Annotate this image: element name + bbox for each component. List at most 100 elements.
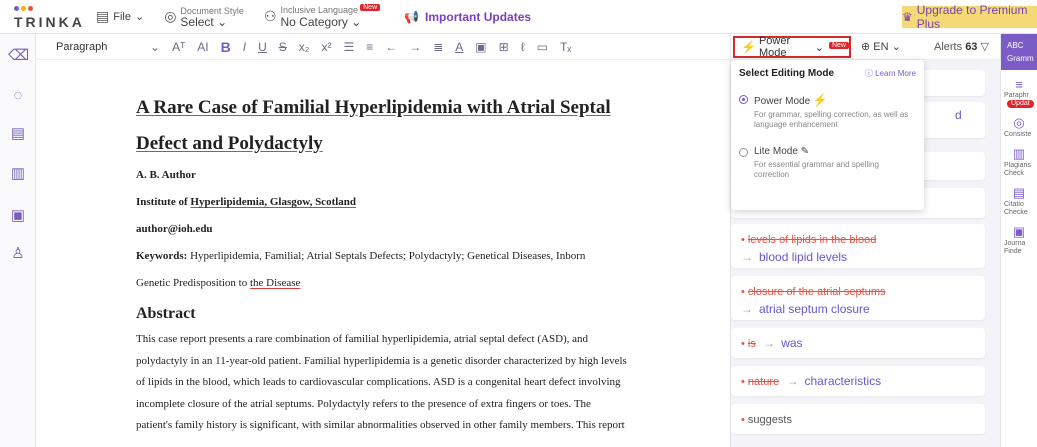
document-check-icon[interactable]: ▥ bbox=[8, 164, 28, 184]
important-updates-link[interactable]: 📢 Important Updates bbox=[404, 10, 531, 24]
outdent-button[interactable]: ← bbox=[379, 40, 403, 54]
radio-selected[interactable] bbox=[739, 95, 748, 104]
alerts-count: 63 bbox=[965, 41, 978, 53]
megaphone-icon: 📢 bbox=[404, 9, 420, 24]
upgrade-label: Upgrade to Premium Plus bbox=[916, 3, 1028, 31]
strikethrough-button[interactable]: S bbox=[273, 40, 293, 54]
title-text: A Rare Case of Familial Hyperlipidemia w… bbox=[136, 97, 611, 118]
editing-mode-dropdown: Select Editing Mode ⓘ Learn More Power M… bbox=[731, 60, 924, 210]
paraphraser-tab[interactable]: ≡ Paraphr Updat bbox=[1001, 77, 1037, 108]
bold-button[interactable]: B bbox=[215, 39, 237, 55]
citation-label-2: Checke bbox=[1004, 209, 1028, 216]
lite-mode-option[interactable]: Lite Mode ✎ For essential grammar and sp… bbox=[739, 146, 916, 180]
suggestion-original: levels of lipids in the blood bbox=[747, 234, 877, 246]
bullet-list-button[interactable]: ☰ bbox=[337, 40, 360, 54]
eraser-icon[interactable]: ⌫ bbox=[8, 46, 29, 66]
document-editor[interactable]: A Rare Case of Familial Hyperlipidemia w… bbox=[36, 60, 730, 447]
alerts-filter[interactable]: Alerts 63 ▽ bbox=[934, 40, 989, 53]
power-mode-dropdown[interactable]: ⚡ Power Mode ⌄ New bbox=[733, 35, 851, 59]
document-style-icon: ◎ bbox=[164, 8, 177, 24]
journal-finder-icon: ▣ bbox=[1012, 224, 1026, 239]
grammar-tab-label: Gramm bbox=[1007, 54, 1034, 63]
journal-search-icon[interactable]: ▣ bbox=[8, 206, 28, 226]
language-select[interactable]: ⊕ EN ⌄ bbox=[861, 40, 901, 53]
learn-more-link[interactable]: ⓘ Learn More bbox=[865, 68, 916, 79]
suggestion-correction[interactable]: atrial septum closure bbox=[759, 302, 870, 316]
suggestion-original: is bbox=[747, 338, 756, 350]
superscript-button[interactable]: x² bbox=[315, 40, 337, 54]
italic-button[interactable]: I bbox=[237, 40, 252, 54]
suggestion-correction[interactable]: blood lipid levels bbox=[759, 250, 847, 264]
abstract-line: polydactyly in an 11-year-old patient. F… bbox=[136, 354, 627, 367]
suggestion-card[interactable]: • closure of the atrial septums → atrial … bbox=[731, 276, 985, 320]
clipboard-icon[interactable]: ▤ bbox=[8, 124, 28, 144]
refresh-icon[interactable]: ◌ bbox=[8, 86, 28, 106]
trinka-logo[interactable]: TRINKA bbox=[0, 0, 86, 34]
new-badge: New bbox=[360, 4, 381, 11]
suggestion-card[interactable]: • levels of lipids in the blood → blood l… bbox=[731, 224, 985, 268]
abstract-heading: Abstract bbox=[136, 305, 196, 322]
paragraph-style-select[interactable]: Paragraph bbox=[56, 41, 144, 53]
abstract-line: of lipids in the blood, which leads to c… bbox=[136, 376, 621, 388]
journal-finder-tab[interactable]: ▣ Journa Finde bbox=[1001, 224, 1037, 256]
inclusive-language-menu[interactable]: ⚇ Inclusive Language New No Category ⌄ bbox=[254, 0, 390, 34]
upgrade-button[interactable]: ♛ Upgrade to Premium Plus bbox=[902, 3, 1037, 31]
file-label: File bbox=[113, 10, 131, 23]
grammar-tab-icon-text: ABC bbox=[1007, 41, 1024, 50]
clear-format-button[interactable]: Tₓ bbox=[554, 40, 577, 54]
link-button[interactable]: ℓ bbox=[515, 40, 531, 54]
font-size-button[interactable]: Aᵀ bbox=[166, 40, 191, 54]
table-button[interactable]: ⊞ bbox=[493, 40, 515, 54]
title-text-2: Defect and Polydactyly bbox=[136, 133, 323, 154]
formatting-toolbar: Paragraph ⌄ Aᵀ AI B I U S x₂ x² ☰ ≡ ← → … bbox=[36, 34, 731, 60]
file-menu[interactable]: ▤ File ⌄ bbox=[86, 0, 154, 34]
inclusive-language-label: Inclusive Language bbox=[280, 5, 359, 15]
suggestions-header: ⚡ Power Mode ⌄ New ⊕ EN ⌄ Alerts 63 ▽ bbox=[731, 34, 1001, 60]
abstract-line: patient's family history is significant,… bbox=[136, 419, 625, 431]
consistency-tab[interactable]: ◎ Consiste bbox=[1001, 115, 1037, 139]
institute-underlined[interactable]: Hyperlipidemia, Glasgow, Scotland bbox=[190, 196, 356, 208]
chevron-down-icon: ⌄ bbox=[814, 41, 824, 54]
citation-tab[interactable]: ▤ Citatio Checke bbox=[1001, 185, 1037, 217]
image-button[interactable]: ▭ bbox=[531, 40, 554, 54]
highlight-button[interactable]: ▣ bbox=[469, 40, 492, 54]
abstract-line: This case report presents a rare combina… bbox=[136, 333, 589, 345]
document-style-menu[interactable]: ◎ Document Style Select ⌄ bbox=[154, 0, 254, 34]
align-button[interactable]: ≣ bbox=[427, 40, 449, 54]
suggestion-correction[interactable]: was bbox=[781, 336, 802, 350]
update-badge: Updat bbox=[1007, 100, 1034, 108]
underline-button[interactable]: U bbox=[252, 40, 273, 54]
journal-finder-label: Journa bbox=[1004, 240, 1026, 247]
plagiarism-label: Plagiaris bbox=[1004, 162, 1031, 169]
chevron-down-icon: ⌄ bbox=[134, 11, 145, 23]
grammar-tab[interactable]: ABC Gramm bbox=[1001, 34, 1037, 70]
top-menubar: TRINKA ▤ File ⌄ ◎ Document Style Select … bbox=[0, 0, 1037, 34]
paraphraser-label: Paraphr bbox=[1004, 92, 1029, 99]
crown-icon: ♛ bbox=[902, 10, 913, 24]
inclusive-language-value: No Category bbox=[280, 15, 348, 29]
chevron-down-icon[interactable]: ⌄ bbox=[144, 40, 166, 54]
power-mode-desc: For grammar, spelling correction, as wel… bbox=[754, 110, 909, 129]
suggestion-original: nature bbox=[747, 376, 780, 388]
suggestion-card[interactable]: • is → was bbox=[731, 328, 985, 358]
text-color-button[interactable]: A bbox=[449, 40, 469, 54]
plagiarism-tab[interactable]: ▥ Plagiaris Check bbox=[1001, 146, 1037, 178]
suggestion-card[interactable]: • nature → characteristics bbox=[731, 366, 985, 396]
indent-button[interactable]: → bbox=[403, 40, 427, 54]
keywords-underlined[interactable]: the Disease bbox=[250, 277, 300, 289]
doc-title-line1: A Rare Case of Familial Hyperlipidemia w… bbox=[136, 90, 696, 126]
user-icon[interactable]: ♙ bbox=[8, 244, 28, 264]
ai-button[interactable]: AI bbox=[191, 40, 214, 54]
suggestion-correction[interactable]: characteristics bbox=[804, 374, 881, 388]
numbered-list-button[interactable]: ≡ bbox=[360, 40, 379, 54]
suggestion-card[interactable]: • suggests bbox=[731, 404, 985, 434]
citation-label: Citatio bbox=[1004, 201, 1024, 208]
keywords-line-2: Genetic Predisposition to the Disease bbox=[136, 270, 696, 297]
logo-text: TRINKA bbox=[14, 13, 85, 30]
lite-mode-option-label: Lite Mode bbox=[754, 146, 798, 157]
plagiarism-label-2: Check bbox=[1004, 170, 1024, 177]
radio-unselected[interactable] bbox=[739, 148, 748, 157]
subscript-button[interactable]: x₂ bbox=[293, 40, 316, 54]
keywords-line2-prefix: Genetic Predisposition to bbox=[136, 277, 250, 289]
power-mode-option[interactable]: Power Mode ⚡ For grammar, spelling corre… bbox=[739, 93, 916, 130]
